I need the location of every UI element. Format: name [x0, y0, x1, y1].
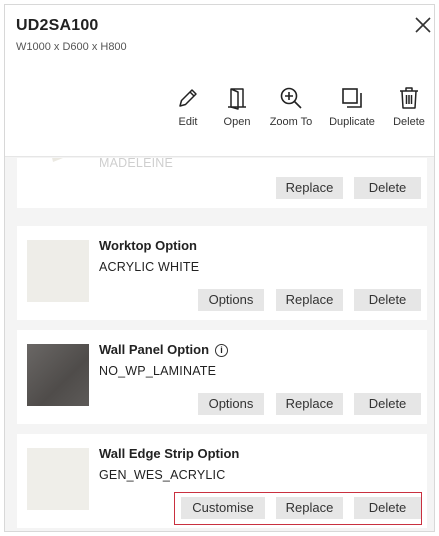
option-value: MADELEINE [99, 158, 174, 170]
zoom-in-icon [280, 87, 302, 109]
option-card-worktop: Worktop Option ACRYLIC WHITE Options Rep… [17, 226, 427, 320]
trash-icon [400, 87, 418, 109]
duplicate-label: Duplicate [329, 116, 375, 128]
option-title: Wall Edge Strip Option [99, 446, 240, 461]
worktop-swatch [27, 240, 89, 302]
duplicate-button[interactable]: Duplicate [320, 85, 384, 135]
product-title: UD2SA100 [16, 17, 99, 34]
delete-button[interactable]: Delete [354, 393, 421, 415]
pencil-icon [179, 89, 197, 107]
close-icon[interactable] [413, 15, 433, 35]
option-title: Worktop Option [99, 238, 197, 253]
options-button[interactable]: Options [198, 393, 264, 415]
option-title-row: Wall Panel Option i [99, 342, 229, 357]
door-icon [228, 88, 246, 110]
zoom-to-button[interactable]: Zoom To [259, 85, 323, 135]
delete-button[interactable]: Delete [354, 497, 421, 519]
delete-button[interactable]: Delete [354, 177, 421, 199]
option-card-wall-panel: Wall Panel Option i NO_WP_LAMINATE Option… [17, 330, 427, 424]
option-value: ACRYLIC WHITE [99, 260, 200, 274]
replace-button[interactable]: Replace [276, 393, 343, 415]
replace-button[interactable]: Replace [276, 497, 343, 519]
option-title: Wall Panel Option [99, 342, 210, 357]
wall-panel-swatch [27, 344, 89, 406]
panel-header: UD2SA100 W1000 x D600 x H800 Edit Open Z… [5, 5, 434, 157]
option-card: MADELEINE Replace Delete [17, 158, 427, 208]
info-icon[interactable]: i [215, 344, 229, 357]
customise-button[interactable]: Customise [181, 497, 265, 519]
options-button[interactable]: Options [198, 289, 264, 311]
zoom-to-label: Zoom To [269, 116, 313, 128]
item-details-panel: UD2SA100 W1000 x D600 x H800 Edit Open Z… [4, 4, 435, 532]
option-value: GEN_WES_ACRYLIC [99, 468, 226, 482]
action-toolbar: Edit Open Zoom To Duplicate Delete [5, 85, 434, 135]
replace-button[interactable]: Replace [276, 289, 343, 311]
delete-label: Delete [393, 116, 425, 128]
option-value: NO_WP_LAMINATE [99, 364, 217, 378]
delete-button[interactable]: Delete [354, 289, 421, 311]
options-list[interactable]: MADELEINE Replace Delete Worktop Option … [5, 158, 434, 531]
replace-button[interactable]: Replace [276, 177, 343, 199]
product-dimensions: W1000 x D600 x H800 [16, 41, 127, 53]
delete-product-button[interactable]: Delete [377, 85, 434, 135]
option-thumbnail [52, 158, 63, 162]
duplicate-icon [342, 88, 362, 108]
option-card-wall-edge-strip: Wall Edge Strip Option GEN_WES_ACRYLIC C… [17, 434, 427, 528]
wall-edge-strip-swatch [27, 448, 89, 510]
